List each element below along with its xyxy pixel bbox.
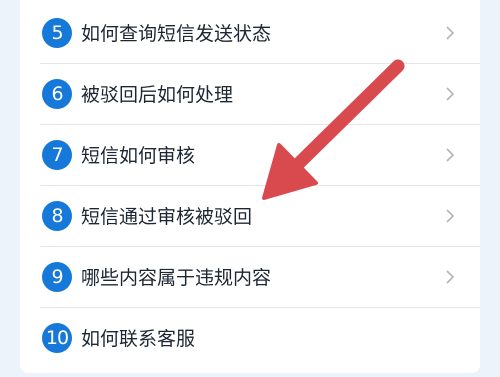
chevron-right-icon [446, 147, 455, 162]
chevron-right-icon [446, 25, 455, 40]
number-badge: 10 [42, 322, 72, 353]
baidu-watermark [406, 329, 476, 353]
list-item-7[interactable]: 7 短信如何审核 [20, 124, 480, 185]
number-badge: 6 [42, 78, 72, 109]
help-card: 5 如何查询短信发送状态 6 被驳回后如何处理 7 短信如何审核 8 短信通过审… [20, 0, 480, 373]
list-item-6[interactable]: 6 被驳回后如何处理 [20, 63, 480, 124]
chevron-right-icon [446, 208, 455, 223]
help-list: 5 如何查询短信发送状态 6 被驳回后如何处理 7 短信如何审核 8 短信通过审… [20, 2, 480, 368]
list-item-label: 短信通过审核被驳回 [81, 206, 253, 228]
list-item-label: 如何联系客服 [81, 328, 196, 350]
chevron-right-icon [446, 269, 455, 284]
number-badge: 8 [42, 200, 72, 231]
number-badge: 9 [42, 261, 72, 292]
screen: 5 如何查询短信发送状态 6 被驳回后如何处理 7 短信如何审核 8 短信通过审… [0, 0, 500, 377]
list-item-label: 短信如何审核 [81, 145, 196, 167]
chevron-right-icon [446, 86, 455, 101]
list-item-5[interactable]: 5 如何查询短信发送状态 [20, 2, 480, 63]
list-item-9[interactable]: 9 哪些内容属于违规内容 [20, 246, 480, 307]
number-badge: 7 [42, 139, 72, 170]
list-item-label: 被驳回后如何处理 [81, 84, 234, 106]
list-item-label: 如何查询短信发送状态 [81, 23, 272, 45]
list-item-label: 哪些内容属于违规内容 [81, 267, 272, 289]
list-item-8[interactable]: 8 短信通过审核被驳回 [20, 185, 480, 246]
number-badge: 5 [42, 17, 72, 48]
